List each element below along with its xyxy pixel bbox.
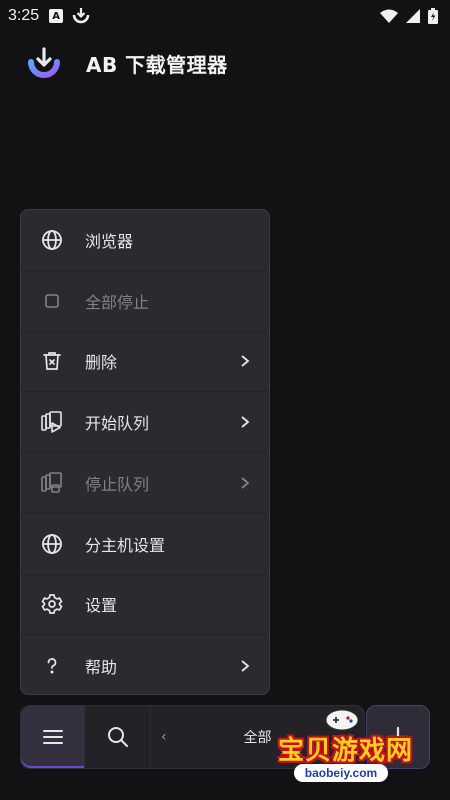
category-filter[interactable]: ‹ 全部 › (151, 706, 364, 768)
trash-icon (41, 350, 63, 372)
menu-item-label: 分主机设置 (85, 535, 166, 555)
overflow-menu: 浏览器 全部停止 删除 开始队列 停止队列 分主机设置 设置 帮助 (20, 209, 270, 695)
wifi-icon (380, 9, 398, 23)
search-icon (107, 727, 128, 747)
plus-icon (387, 726, 409, 748)
chevron-right-icon (241, 659, 250, 672)
status-system-icons (380, 8, 438, 24)
globe-icon (41, 229, 63, 251)
gear-icon (41, 593, 63, 615)
app-logo-icon (28, 47, 60, 78)
notification-a-icon: A (49, 9, 64, 23)
signal-icon (406, 9, 420, 23)
battery-icon (428, 8, 438, 24)
filter-label: 全部 (243, 730, 272, 746)
menu-button[interactable] (21, 706, 85, 768)
menu-item-label: 全部停止 (85, 292, 150, 312)
menu-item-start-queue[interactable]: 开始队列 (21, 392, 269, 453)
app-header: AB 下载管理器 (26, 40, 228, 86)
chevron-right-icon (241, 477, 250, 489)
notification-download-icon (72, 8, 90, 24)
menu-item-label: 开始队列 (85, 414, 150, 434)
status-notification-icons: A (49, 6, 91, 26)
menu-item-settings[interactable]: 设置 (21, 575, 269, 636)
menu-item-stop-all[interactable]: 全部停止 (21, 271, 269, 332)
menu-item-label: 设置 (85, 596, 118, 616)
add-download-button[interactable] (366, 705, 430, 769)
bottom-bar: ‹ 全部 › (20, 705, 365, 769)
status-bar: 3:25 A (0, 0, 450, 32)
menu-item-help[interactable]: 帮助 (21, 635, 269, 694)
queue-stop-icon (41, 472, 63, 494)
stop-square-icon (41, 290, 63, 312)
menu-item-label: 浏览器 (85, 231, 134, 251)
app-title: AB 下载管理器 (86, 52, 228, 77)
menu-item-stop-queue[interactable]: 停止队列 (21, 453, 269, 514)
menu-item-per-host-settings[interactable]: 分主机设置 (21, 514, 269, 575)
queue-start-icon (41, 411, 63, 433)
hamburger-icon (42, 730, 63, 744)
question-icon (41, 655, 63, 677)
menu-item-label: 帮助 (85, 657, 118, 677)
chevron-right-icon (241, 416, 250, 428)
menu-item-label: 停止队列 (85, 474, 150, 494)
globe-icon (41, 533, 63, 555)
chevron-right-icon (241, 355, 250, 368)
menu-item-browser[interactable]: 浏览器 (21, 210, 269, 271)
search-button[interactable] (85, 706, 151, 768)
status-time: 3:25 (8, 7, 40, 24)
menu-item-delete[interactable]: 删除 (21, 332, 269, 393)
menu-item-label: 删除 (85, 353, 118, 373)
